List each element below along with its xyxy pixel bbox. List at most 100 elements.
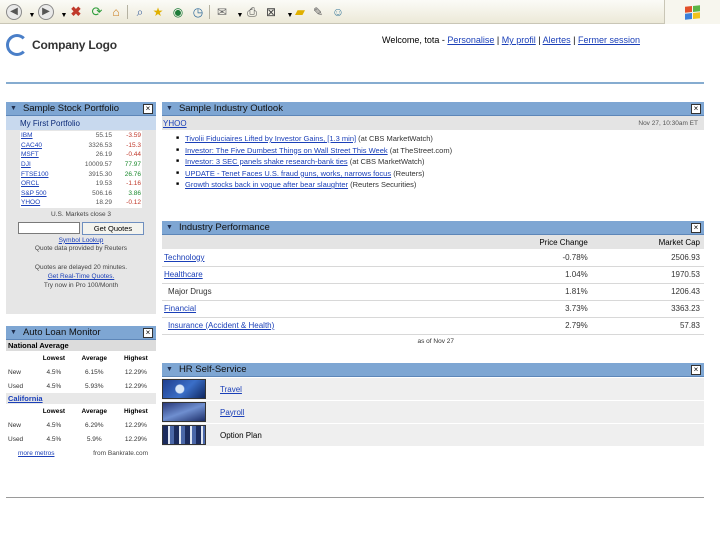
hr-item-travel[interactable]: Travel	[162, 378, 704, 400]
loan-rate: 4.5%	[46, 368, 62, 376]
news-item: Investor: 3 SEC panels shake research-ba…	[176, 156, 704, 168]
logout-link[interactable]: Fermer session	[578, 35, 640, 45]
stock-price: 19.53	[95, 180, 112, 188]
stock-price: 10009.57	[84, 161, 112, 169]
stock-symbol-link[interactable]: IBM	[20, 131, 67, 141]
folder-icon[interactable]: ▰	[292, 4, 308, 20]
company-logo[interactable]: Company Logo	[6, 33, 117, 57]
stock-row: IBM 55.15 -3.59	[20, 131, 142, 141]
loan-rate: 4.5%	[46, 435, 62, 443]
stock-portfolio-portlet: ▼ Sample Stock Portfolio × My First Port…	[6, 102, 156, 314]
close-icon[interactable]: ×	[691, 222, 701, 233]
quote-symbol-input[interactable]	[18, 221, 80, 234]
stock-symbol-link[interactable]: YHOO	[20, 198, 67, 208]
collapse-arrow-icon[interactable]: ▼	[10, 105, 17, 112]
print-icon[interactable]: ⎙	[244, 4, 260, 20]
loan-rate: 6.29%	[85, 421, 104, 429]
welcome-text: Welcome, tota -	[382, 35, 445, 45]
stock-change: -15.3	[126, 141, 141, 149]
stock-symbol-link[interactable]: S&P 500	[20, 189, 67, 199]
my-profile-link[interactable]: My profil	[502, 35, 536, 45]
refresh-icon[interactable]: ⟳	[89, 4, 105, 20]
realtime-quotes-link[interactable]: Get Real-Time Quotes.	[6, 272, 156, 281]
stock-row: ORCL 19.53 -1.16	[20, 179, 142, 189]
research-icon[interactable]: ✎	[310, 4, 326, 20]
portfolio-name: My First Portfolio	[6, 116, 156, 130]
favorites-star-icon[interactable]: ★	[150, 4, 166, 20]
personalise-link[interactable]: Personalise	[447, 35, 494, 45]
stock-change: 3.86	[128, 189, 141, 197]
industry-name-link[interactable]: Insurance (Accident & Health)	[162, 317, 462, 335]
loan-rates: National Average Lowest Average Highest New 4…	[6, 340, 156, 446]
collapse-arrow-icon[interactable]: ▼	[166, 366, 173, 373]
industry-name-link[interactable]: Healthcare	[162, 266, 462, 284]
close-icon[interactable]: ×	[143, 103, 153, 114]
close-icon[interactable]: ×	[691, 103, 701, 114]
stock-symbol-link[interactable]: FTSE100	[20, 169, 67, 179]
news-headline-link[interactable]: Growth stocks back in vogue after bear s…	[185, 180, 348, 189]
stock-price: 55.15	[95, 132, 112, 140]
forward-icon[interactable]: ▶	[38, 4, 54, 20]
collapse-arrow-icon[interactable]: ▼	[166, 105, 173, 112]
industry-name-link[interactable]: Financial	[162, 300, 462, 318]
loan-rate: 6.15%	[85, 368, 104, 376]
news-headline-link[interactable]: Tivolii Fiduciaires Lifted by Investor G…	[185, 134, 356, 143]
alerts-link[interactable]: Alertes	[543, 35, 571, 45]
more-metros-link[interactable]: more metros	[18, 450, 54, 457]
news-headline-link[interactable]: UPDATE - Tenet Faces U.S. fraud guns, wo…	[185, 169, 391, 178]
stock-change: -0.12	[126, 199, 141, 207]
mail-icon[interactable]: ✉	[214, 4, 230, 20]
stock-row: YHOO 18.29 -0.12	[20, 198, 142, 208]
stock-row: MSFT 26.19 -0.44	[20, 150, 142, 160]
stock-symbol-link[interactable]: ORCL	[20, 179, 67, 189]
stock-symbol-link[interactable]: DJI	[20, 160, 67, 170]
loan-header-row: Lowest Average Highest	[6, 404, 156, 418]
industry-outlook-portlet: ▼ Sample Industry Outlook × YHOO Nov 27,…	[162, 102, 704, 206]
outlook-symbol-link[interactable]: YHOO	[163, 119, 187, 128]
portlet-title: HR Self-Service	[178, 364, 247, 375]
hr-item-option-plan[interactable]: Option Plan	[162, 424, 704, 446]
stock-symbol-link[interactable]: MSFT	[20, 150, 67, 160]
collapse-arrow-icon[interactable]: ▼	[166, 224, 173, 231]
close-icon[interactable]: ×	[143, 327, 153, 338]
loan-type: Used	[8, 382, 24, 390]
hr-item-label[interactable]: Option Plan	[220, 431, 262, 440]
payroll-image	[162, 402, 206, 422]
pro-offer-text: Try now in Pro 100/Month	[43, 281, 119, 289]
stop-icon[interactable]: ✖	[68, 4, 84, 20]
edit-icon[interactable]: ⊠	[263, 4, 279, 20]
stock-price: 26.19	[95, 151, 112, 159]
get-quotes-button[interactable]: Get Quotes	[82, 221, 144, 235]
stock-row: DJI 10009.57 77.97	[20, 160, 142, 170]
news-source: (at CBS MarketWatch)	[358, 134, 433, 143]
loan-rate: 5.93%	[85, 382, 104, 390]
as-of-note: as of Nov 27	[417, 337, 455, 345]
industry-performance-portlet: ▼ Industry Performance × Price Change Ma…	[162, 221, 704, 351]
media-icon[interactable]: ◉	[170, 4, 186, 20]
outlook-date: Nov 27, 10:30am ET	[638, 119, 698, 127]
delay-note: Quotes are delayed 20 minutes.	[34, 263, 128, 271]
hr-item-payroll[interactable]: Payroll	[162, 401, 704, 423]
messenger-icon[interactable]: ☺	[330, 4, 346, 20]
news-headline-link[interactable]: Investor: The Five Dumbest Things on Wal…	[185, 146, 388, 155]
industry-column-header	[162, 235, 462, 249]
news-headline-link[interactable]: Investor: 3 SEC panels shake research-ba…	[185, 157, 348, 166]
table-row: Major Drugs 1.81% 1206.43	[162, 283, 704, 301]
hr-item-label[interactable]: Payroll	[220, 408, 244, 417]
symbol-lookup-link[interactable]: Symbol Lookup	[6, 237, 156, 244]
stock-symbol-link[interactable]: CAC40	[20, 141, 67, 151]
search-icon[interactable]: ⌕	[132, 4, 148, 20]
history-icon[interactable]: ◷	[190, 4, 206, 20]
region-link-california[interactable]: California	[6, 393, 156, 404]
loan-rate-table: Lowest Average Highest New 4.5% 6.15% 12.29% Us…	[6, 351, 156, 393]
back-icon[interactable]: ◀	[6, 4, 22, 20]
market-cap-cell: 1206.43	[591, 283, 704, 301]
close-icon[interactable]: ×	[691, 364, 701, 375]
industry-name: Major Drugs	[162, 283, 462, 301]
hr-item-label[interactable]: Travel	[220, 385, 242, 394]
home-icon[interactable]: ⌂	[108, 4, 124, 20]
collapse-arrow-icon[interactable]: ▼	[10, 329, 17, 336]
loan-rate: 4.5%	[46, 421, 62, 429]
portlet-header: ▼ HR Self-Service ×	[162, 363, 704, 377]
industry-name-link[interactable]: Technology	[162, 249, 462, 267]
